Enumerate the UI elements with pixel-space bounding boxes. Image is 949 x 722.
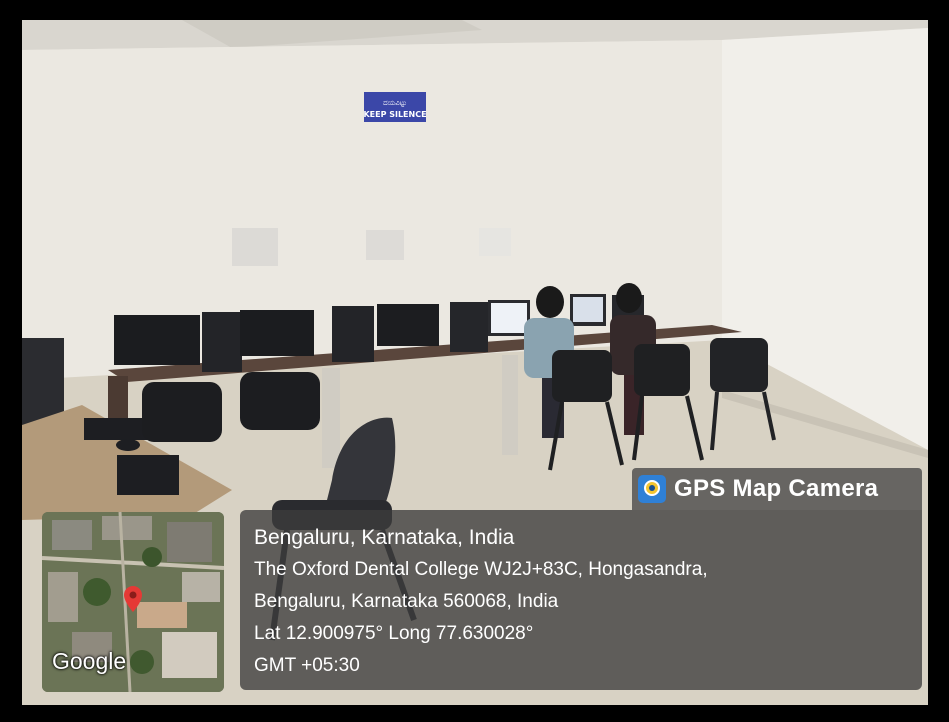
gps-map-camera-app-icon [638,475,666,503]
location-pin-icon [124,586,142,612]
satellite-map-thumbnail: Google [42,512,224,692]
gps-map-camera-badge: GPS Map Camera [632,468,922,510]
location-info-panel: Bengaluru, Karnataka, India The Oxford D… [240,510,922,690]
location-city: Bengaluru, Karnataka, India [254,526,515,549]
keyboard [117,455,179,495]
monitor [114,315,200,365]
google-logo: Google [52,648,127,674]
mouse [116,439,140,451]
sign-english-text: KEEP SILENCE [363,110,426,119]
location-coordinates: Lat 12.900975° Long 77.630028° [254,623,534,644]
photo-frame: ದಯವಿಟ್ಟು KEEP SILENCE GPS Map Camera Ben… [0,0,949,722]
keyboard [84,418,152,440]
monitor [240,310,314,356]
location-timezone: GMT +05:30 [254,655,360,676]
monitor [377,304,439,346]
screen-lit [491,303,527,333]
location-address-line-1: The Oxford Dental College WJ2J+83C, Hong… [254,559,708,580]
location-address-line-2: Bengaluru, Karnataka 560068, India [254,591,559,612]
sign-kannada-text: ದಯವಿಟ್ಟು [383,99,407,108]
badge-title: GPS Map Camera [674,475,879,502]
